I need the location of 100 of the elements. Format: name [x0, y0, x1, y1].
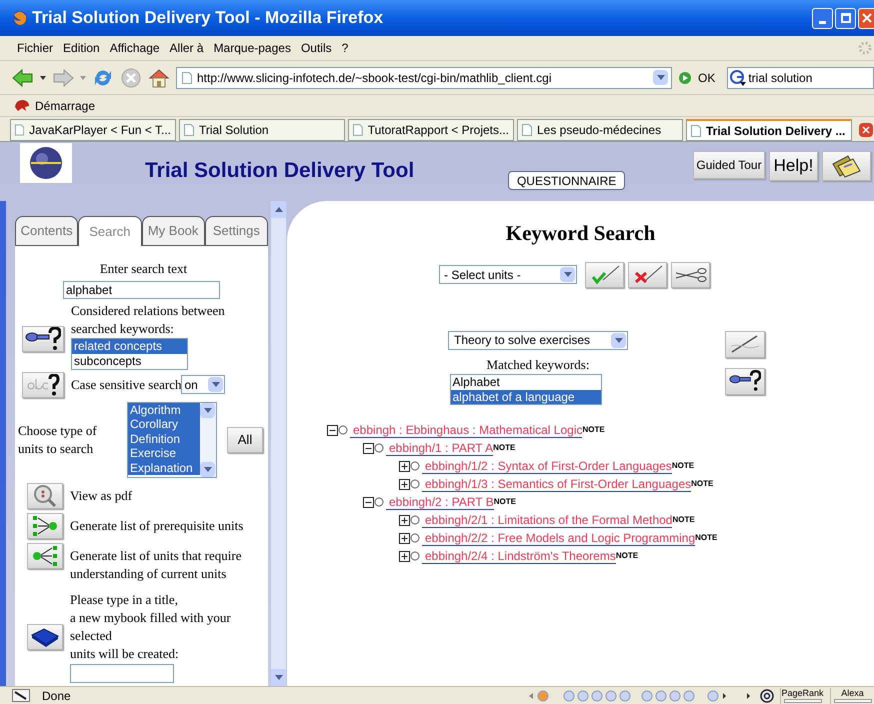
unit-link[interactable]: ebbingh/2/1 : Limitations of the Formal Method [422, 512, 672, 528]
note-label[interactable]: NOTE [582, 426, 605, 434]
browser-tab[interactable]: Les pseudo-médecines [517, 119, 683, 141]
circle-icon [410, 461, 420, 471]
panel-scrollbar[interactable] [270, 201, 287, 686]
cards-icon [830, 154, 864, 178]
unit-link[interactable]: ebbingh/1 : PART A [386, 440, 494, 456]
note-label[interactable]: NOTE [672, 516, 695, 524]
listbox-scrollbar[interactable] [200, 402, 216, 476]
matched-listbox[interactable]: Alphabet alphabet of a language [450, 374, 602, 405]
case-help-button[interactable] [22, 372, 64, 398]
scroll-up-icon[interactable] [274, 207, 282, 212]
cards-button[interactable] [822, 151, 871, 181]
case-select[interactable]: on [181, 375, 226, 394]
help-button[interactable]: Help! [769, 151, 818, 181]
book-title-field[interactable] [70, 664, 174, 682]
cross-button[interactable] [628, 262, 667, 288]
page-icon [184, 124, 194, 136]
listbox-option[interactable]: Explanation [128, 460, 200, 475]
purpose-select[interactable]: Theory to solve exercises [448, 330, 628, 350]
browser-tab[interactable]: TutoratRapport < Projets... [348, 119, 514, 141]
action-button[interactable] [27, 512, 63, 538]
expand-toggle-icon[interactable] [399, 514, 410, 526]
listbox-option[interactable]: related concepts [72, 338, 187, 354]
units-select[interactable]: - Select units - [439, 265, 577, 284]
dropdown-caret-icon[interactable] [560, 267, 575, 282]
listbox-option[interactable]: Corollary [128, 417, 200, 432]
collapse-toggle-icon[interactable] [327, 424, 338, 436]
collapse-toggle-icon[interactable] [363, 496, 374, 508]
close-button[interactable] [858, 8, 874, 28]
listbox-option[interactable]: Alphabet [450, 375, 600, 390]
dropdown-caret-icon[interactable] [653, 70, 668, 85]
scroll-down-icon[interactable] [200, 462, 215, 476]
action-button[interactable] [27, 542, 63, 568]
guided-tour-button[interactable]: Guided Tour [693, 151, 765, 179]
caret-icon[interactable] [40, 76, 46, 80]
relations-listbox[interactable]: related concepts subconcepts [71, 338, 188, 370]
note-label[interactable]: NOTE [672, 462, 694, 470]
back-arrow-icon[interactable] [12, 68, 34, 88]
listbox-option[interactable]: subconcepts [72, 354, 187, 368]
panel-tab[interactable]: Search [78, 216, 142, 246]
all-button[interactable]: All [227, 426, 263, 452]
note-label[interactable]: NOTE [691, 480, 714, 488]
unit-link[interactable]: ebbingh/1/3 : Semantics of First-Order Languages [422, 476, 692, 492]
menu-item[interactable]: ? [336, 37, 354, 59]
menu-item[interactable]: Aller à [164, 37, 209, 59]
scroll-up-icon[interactable] [200, 402, 215, 418]
listbox-option[interactable]: Exercise [128, 446, 200, 460]
maximize-button[interactable] [835, 8, 856, 28]
close-tab-button[interactable] [859, 123, 873, 137]
search-field[interactable]: trial solution [727, 66, 874, 88]
bookmark-link[interactable]: Démarrage [35, 96, 96, 114]
unit-link[interactable]: ebbingh/2 : PART B [386, 494, 494, 510]
note-label[interactable]: NOTE [493, 444, 516, 452]
minimize-button[interactable] [812, 8, 833, 28]
search-text-field[interactable]: alphabet [63, 280, 220, 298]
new-book-button[interactable] [27, 624, 63, 650]
go-icon[interactable] [678, 70, 692, 84]
unit-types-listbox[interactable]: Algorithm Corollary Definition Exercise Explanation [127, 402, 217, 478]
relations-help-button[interactable] [22, 326, 64, 352]
menu-item[interactable]: Fichier [12, 37, 58, 59]
menu-item[interactable]: Outils [296, 37, 337, 59]
unit-link[interactable]: ebbingh/2/2 : Free Models and Logic Programming [422, 530, 696, 546]
expand-toggle-icon[interactable] [399, 460, 410, 472]
expand-toggle-icon[interactable] [399, 532, 410, 544]
address-field[interactable]: http://www.slicing-infotech.de/~sbook-test/cgi-bin/mathlib_client.cgi [176, 66, 672, 88]
panel-tab[interactable]: Contents [15, 216, 78, 246]
go-label[interactable]: OK [698, 68, 716, 86]
expand-toggle-icon[interactable] [399, 478, 410, 490]
note-label[interactable]: NOTE [616, 552, 638, 560]
unit-link[interactable]: ebbingh/1/2 : Syntax of First-Order Languages [422, 458, 672, 474]
scroll-down-icon[interactable] [274, 675, 282, 680]
browser-tab[interactable]: Trial Solution Delivery ... [686, 119, 852, 141]
edit-button[interactable] [725, 330, 765, 358]
dropdown-caret-icon[interactable] [208, 377, 224, 392]
expand-toggle-icon[interactable] [399, 550, 410, 562]
window-title: Trial Solution Delivery Tool - Mozilla Firefox [32, 7, 384, 30]
panel-tab[interactable]: My Book [142, 216, 205, 246]
check-button[interactable] [585, 262, 624, 288]
questionnaire-button[interactable]: QUESTIONNAIRE [508, 171, 626, 190]
menu-item[interactable]: Marque-pages [208, 37, 296, 59]
listbox-option[interactable]: Algorithm [128, 402, 200, 417]
close-icon [862, 13, 872, 23]
note-label[interactable]: NOTE [494, 498, 516, 506]
listbox-option[interactable]: Definition [128, 432, 200, 446]
menu-item[interactable]: Affichage [104, 37, 165, 59]
collapse-toggle-icon[interactable] [363, 442, 374, 454]
dropdown-caret-icon[interactable] [611, 332, 626, 348]
home-icon[interactable] [148, 66, 170, 88]
search-engine-icon[interactable] [730, 70, 746, 86]
browser-tab[interactable]: Trial Solution [179, 119, 345, 141]
browser-tab[interactable]: JavaKarPlayer < Fun < T... [10, 119, 176, 141]
unit-link[interactable]: ebbingh/2/4 : Lindström's Theorems [422, 548, 616, 564]
menu-item[interactable]: Edition [58, 37, 105, 59]
note-label[interactable]: NOTE [695, 534, 718, 542]
keyword-help-button[interactable] [725, 368, 765, 394]
panel-tab[interactable]: Settings [204, 216, 268, 246]
unit-link[interactable]: ebbingh : Ebbinghaus : Mathematical Logic [350, 422, 582, 438]
cut-button[interactable] [671, 262, 710, 288]
listbox-option[interactable]: alphabet of a language [450, 390, 600, 404]
